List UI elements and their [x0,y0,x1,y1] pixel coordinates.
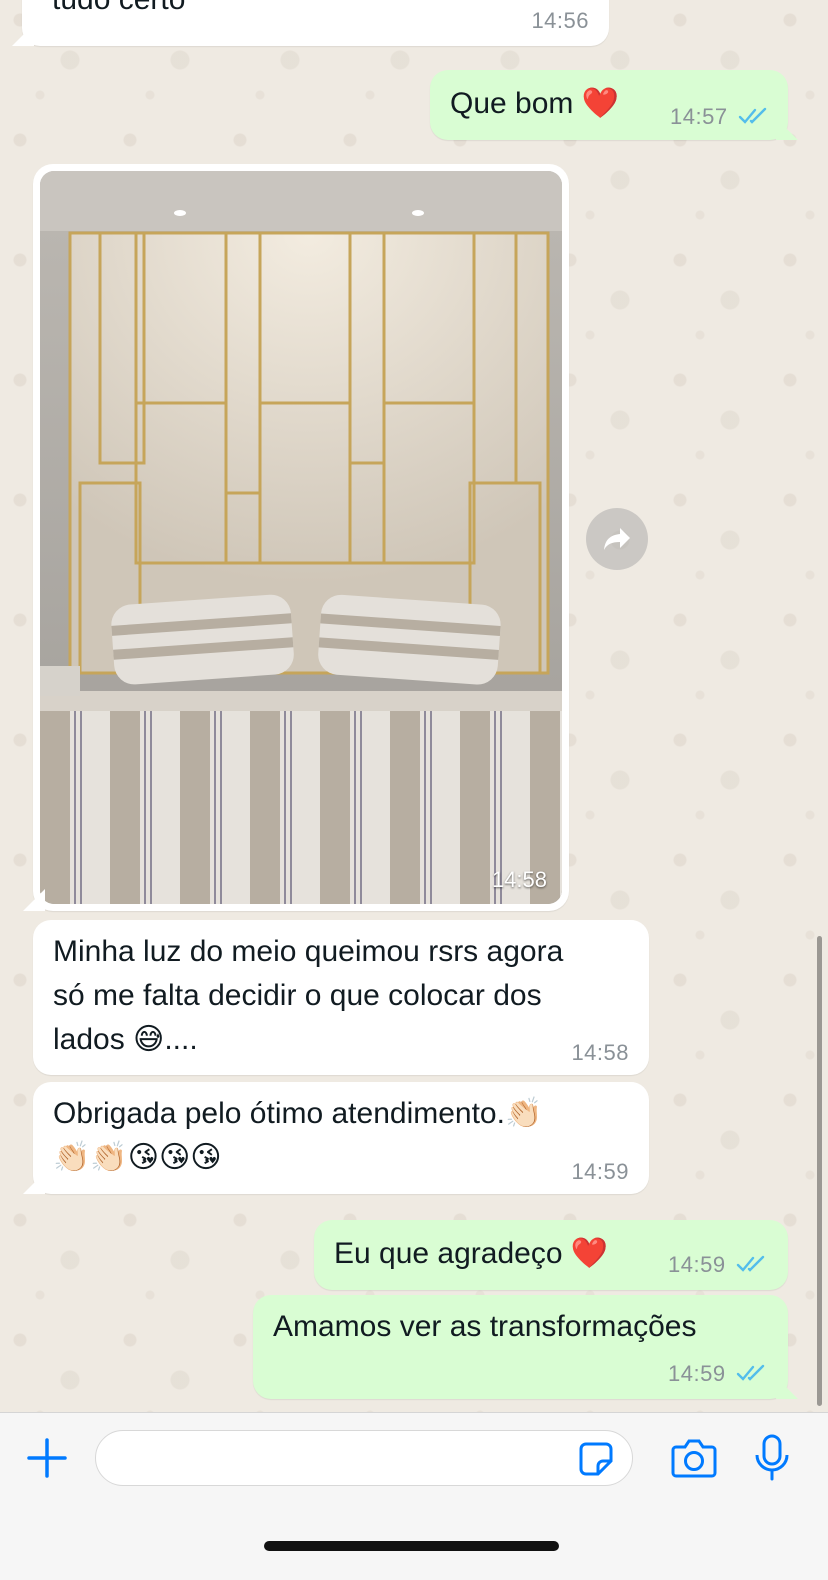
message-bubble-incoming[interactable]: Minha luz do meio queimou rsrs agora só … [33,920,649,1075]
camera-icon[interactable] [670,1437,718,1479]
message-time: 14:59 [571,1159,629,1184]
sticker-icon[interactable] [578,1441,614,1477]
message-text: Que bom ❤️ [450,87,620,120]
image-time: 14:58 [491,867,547,892]
message-bubble-outgoing[interactable]: Que bom ❤️ 14:57 [430,70,788,140]
message-bubble-incoming[interactable]: Obrigada pelo ótimo atendimento.👏🏻 👏🏻👏🏻😘… [33,1082,649,1194]
message-time: 14:59 [668,1252,726,1277]
message-time: 14:56 [531,8,589,33]
message-time: 14:57 [670,104,728,129]
plus-icon[interactable] [26,1437,68,1479]
message-bubble-outgoing[interactable]: Amamos ver as transformações 14:59 [253,1295,788,1399]
message-bubble-outgoing[interactable]: Eu que agradeço ❤️ 14:59 [314,1220,788,1290]
message-time: 14:58 [571,1040,629,1065]
bedroom-photo[interactable] [40,171,562,904]
forward-button[interactable] [586,508,648,570]
message-text: Minha luz do meio queimou rsrs agora só … [53,935,564,1056]
message-input-bar [0,1412,828,1580]
read-ticks-icon [738,107,767,124]
message-bubble-incoming[interactable]: tudo certo 14:56 [22,0,609,46]
scrollbar[interactable] [817,936,822,1406]
read-ticks-icon [736,1364,765,1381]
forward-arrow-icon [604,528,630,550]
chat-area[interactable]: tudo certo 14:56 Que bom ❤️ 14:57 [0,0,828,1422]
image-message[interactable]: 14:58 [33,164,569,911]
message-input[interactable] [95,1430,633,1486]
message-text: tudo certo [52,0,185,22]
read-ticks-icon [736,1255,765,1272]
message-text: Eu que agradeço ❤️ [334,1237,609,1270]
message-text: Obrigada pelo ótimo atendimento.👏🏻 👏🏻👏🏻😘… [53,1097,543,1174]
microphone-icon[interactable] [752,1433,792,1483]
message-text: Amamos ver as transformações [273,1310,697,1343]
home-indicator[interactable] [264,1541,559,1551]
message-time: 14:59 [668,1361,726,1386]
